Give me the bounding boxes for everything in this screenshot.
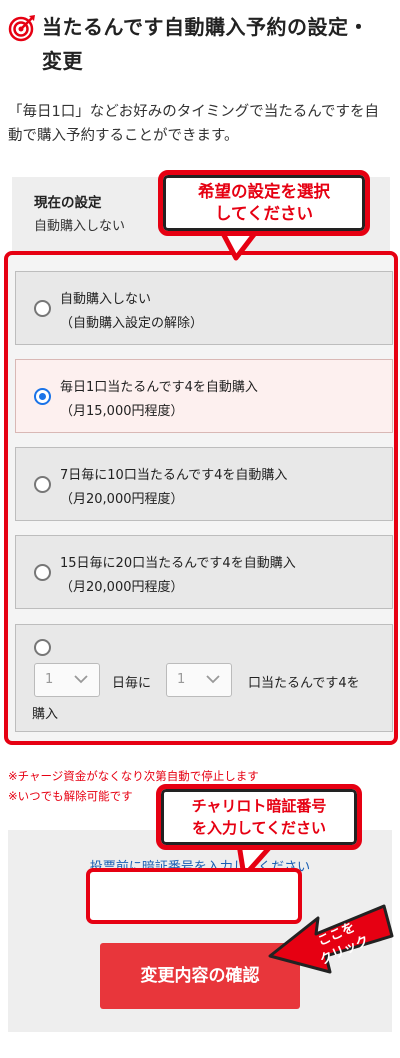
- radio-button[interactable]: [34, 476, 51, 493]
- days-select[interactable]: 1: [34, 663, 100, 697]
- option-15days-20[interactable]: 15日毎に20口当たるんです4を自動購入 （月20,000円程度）: [15, 535, 393, 609]
- count-select-value: 1: [177, 672, 186, 687]
- target-icon: [8, 15, 35, 42]
- description-text: 「毎日1口」などお好みのタイミングで当たるんですを自動で購入予約することができま…: [8, 104, 379, 144]
- chevron-down-icon: [74, 675, 88, 684]
- count-suffix: 口当たるんです4を: [248, 676, 360, 691]
- count-select[interactable]: 1: [166, 663, 232, 697]
- option-custom[interactable]: 1 日毎に 1 口当たるんです4を 購入: [15, 624, 393, 732]
- callout-line: を入力してください: [191, 819, 327, 837]
- option-label: 自動購入しない: [60, 292, 152, 307]
- callout-line: チャリロト暗証番号: [191, 797, 327, 815]
- radio-button[interactable]: [34, 300, 51, 317]
- auto-purchase-options: 自動購入しない （自動購入設定の解除） 毎日1口当たるんです4を自動購入 （月1…: [4, 251, 398, 745]
- page-title: 当たるんです自動購入予約の設定・変更: [42, 15, 369, 73]
- current-setting-value: 自動購入しない: [34, 219, 126, 234]
- days-suffix: 日毎に: [112, 676, 152, 691]
- note-text: ※チャージ資金がなくなり次第自動で停止します: [8, 769, 259, 783]
- option-daily-1[interactable]: 毎日1口当たるんです4を自動購入 （月15,000円程度）: [15, 359, 393, 433]
- pin-callout: チャリロト暗証番号 を入力してください: [156, 784, 362, 850]
- radio-button[interactable]: [34, 564, 51, 581]
- current-setting-label: 現在の設定: [34, 195, 102, 211]
- note-text: ※いつでも解除可能です: [8, 789, 133, 803]
- option-no-auto-purchase[interactable]: 自動購入しない （自動購入設定の解除）: [15, 271, 393, 345]
- select-setting-callout: 希望の設定を選択 してください: [158, 170, 370, 236]
- radio-button[interactable]: [34, 639, 51, 656]
- purchase-text: 購入: [32, 707, 59, 722]
- option-label: 7日毎に10口当たるんです4を自動購入: [60, 468, 288, 483]
- option-label: 毎日1口当たるんです4を自動購入: [60, 380, 258, 395]
- option-sublabel: （月20,000円程度）: [60, 580, 184, 595]
- chevron-down-icon: [206, 675, 220, 684]
- option-sublabel: （月20,000円程度）: [60, 492, 184, 507]
- title-row: 当たるんです自動購入予約の設定・変更: [8, 10, 392, 78]
- callout-line: してください: [214, 204, 313, 223]
- days-select-value: 1: [45, 672, 54, 687]
- option-label: 15日毎に20口当たるんです4を自動購入: [60, 556, 296, 571]
- callout-line: 希望の設定を選択: [198, 182, 330, 201]
- click-here-arrow-icon: ここを クリック: [268, 904, 394, 974]
- option-sublabel: （月15,000円程度）: [60, 404, 184, 419]
- radio-button-selected[interactable]: [34, 388, 51, 405]
- option-7days-10[interactable]: 7日毎に10口当たるんです4を自動購入 （月20,000円程度）: [15, 447, 393, 521]
- option-sublabel: （自動購入設定の解除）: [60, 316, 204, 331]
